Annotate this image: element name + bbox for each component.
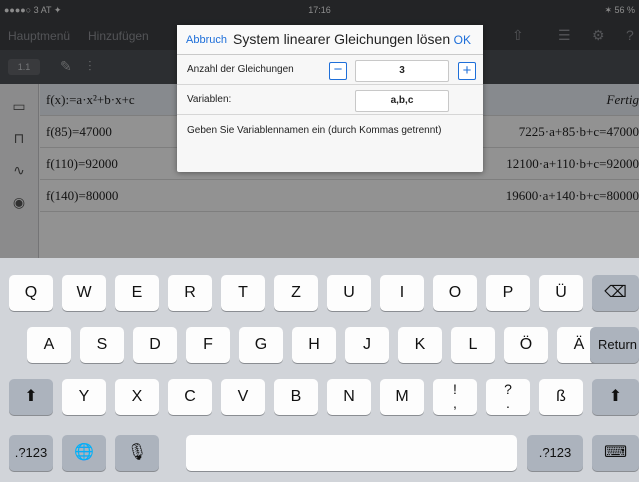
key-l[interactable]: L (451, 327, 495, 363)
key-s[interactable]: S (80, 327, 124, 363)
key-p[interactable]: P (486, 275, 530, 311)
key-g[interactable]: G (239, 327, 283, 363)
cancel-button[interactable]: Abbruch (186, 34, 227, 46)
variables-input[interactable]: a,b,c (355, 90, 449, 112)
numbers-key-right[interactable]: .?123 (527, 435, 583, 471)
key-primary-char: ? (504, 381, 512, 397)
key-z[interactable]: Z (274, 275, 318, 311)
key-a[interactable]: A (27, 327, 71, 363)
key-i[interactable]: I (380, 275, 424, 311)
ok-button[interactable]: OK (454, 33, 471, 47)
key-exclamation-comma[interactable]: ! , (433, 379, 477, 415)
dialog-header: Abbruch System linearer Gleichungen löse… (177, 25, 483, 55)
variables-label: Variablen: (187, 94, 232, 105)
key-primary-char: ! (453, 381, 457, 397)
equation-count-input[interactable]: 3 (355, 60, 449, 82)
key-t[interactable]: T (221, 275, 265, 311)
key-y[interactable]: Y (62, 379, 106, 415)
key-secondary-char: . (506, 395, 510, 411)
solve-system-dialog: Abbruch System linearer Gleichungen löse… (177, 25, 483, 172)
globe-icon[interactable]: 🌐 (62, 435, 106, 471)
dialog-title: System linearer Gleichungen lösen (233, 31, 451, 47)
key-d[interactable]: D (133, 327, 177, 363)
space-bar[interactable] (186, 435, 517, 471)
microphone-icon[interactable]: 🎙 (115, 435, 159, 471)
key-u[interactable]: U (327, 275, 371, 311)
key-w[interactable]: W (62, 275, 106, 311)
key-f[interactable]: F (186, 327, 230, 363)
shift-key-right[interactable]: ⬆ (592, 379, 639, 415)
key-r[interactable]: R (168, 275, 212, 311)
key-m[interactable]: M (380, 379, 424, 415)
hide-keyboard-icon[interactable]: ⌨ (592, 435, 639, 471)
key-ue[interactable]: Ü (539, 275, 583, 311)
key-eszett[interactable]: ß (539, 379, 583, 415)
delete-key[interactable]: ⌫ (592, 275, 639, 311)
key-oe[interactable]: Ö (504, 327, 548, 363)
on-screen-keyboard: Q W E R T Z U I O P Ü ⌫ A S D F G H J K … (0, 258, 639, 482)
shift-key-left[interactable]: ⬆ (9, 379, 53, 415)
variables-row: Variablen: a,b,c (177, 85, 483, 115)
key-b[interactable]: B (274, 379, 318, 415)
equation-count-label: Anzahl der Gleichungen (187, 64, 294, 75)
key-e[interactable]: E (115, 275, 159, 311)
numbers-key-left[interactable]: .?123 (9, 435, 53, 471)
key-o[interactable]: O (433, 275, 477, 311)
key-n[interactable]: N (327, 379, 371, 415)
key-h[interactable]: H (292, 327, 336, 363)
app-window: ●●●●○ 3 AT ✦ 17:16 ✶ 56 % Hauptmenü Hinz… (0, 0, 639, 258)
key-secondary-char: , (453, 395, 457, 411)
return-key[interactable]: Return (590, 327, 639, 363)
increment-button[interactable]: + (458, 62, 476, 80)
key-question-period[interactable]: ? . (486, 379, 530, 415)
equation-count-row: Anzahl der Gleichungen − 3 + (177, 55, 483, 85)
key-j[interactable]: J (345, 327, 389, 363)
key-k[interactable]: K (398, 327, 442, 363)
decrement-button[interactable]: − (329, 62, 347, 80)
hint-text: Geben Sie Variablennamen ein (durch Komm… (187, 125, 442, 136)
key-v[interactable]: V (221, 379, 265, 415)
key-c[interactable]: C (168, 379, 212, 415)
key-x[interactable]: X (115, 379, 159, 415)
key-q[interactable]: Q (9, 275, 53, 311)
